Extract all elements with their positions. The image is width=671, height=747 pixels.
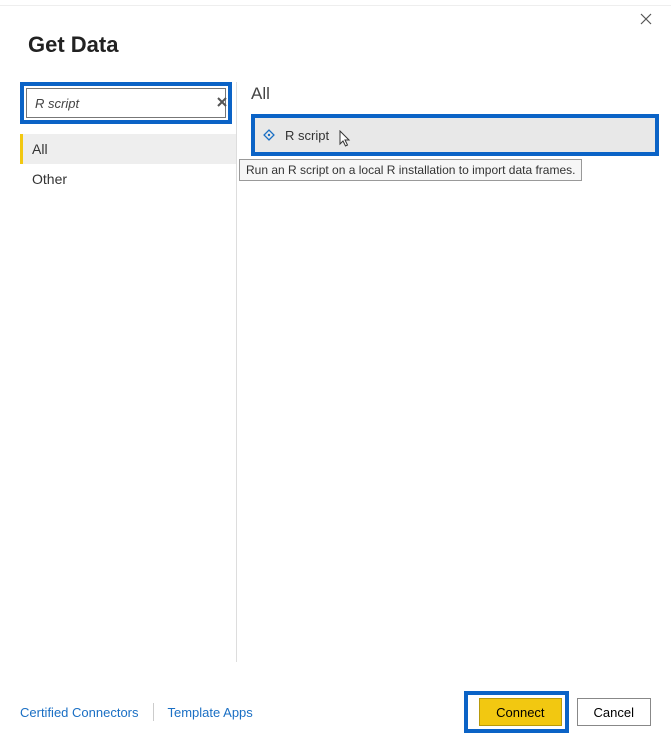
- certified-connectors-link[interactable]: Certified Connectors: [20, 705, 139, 720]
- connector-label: R script: [285, 128, 329, 143]
- connector-list-header: All: [251, 84, 659, 104]
- connect-highlight: Connect: [464, 691, 568, 733]
- connector-tooltip: Run an R script on a local R installatio…: [239, 159, 582, 181]
- diamond-icon: [261, 127, 277, 143]
- footer-divider: [153, 703, 154, 721]
- clear-search-icon[interactable]: [215, 95, 229, 111]
- mouse-cursor-icon: [339, 130, 353, 148]
- dialog-title: Get Data: [28, 32, 671, 58]
- connector-pane: All R script Python script Run an R scri…: [236, 82, 671, 662]
- search-input[interactable]: [33, 95, 215, 112]
- connector-highlight: R script: [251, 114, 659, 156]
- connector-r-script[interactable]: R script: [255, 118, 655, 152]
- category-all[interactable]: All: [20, 134, 236, 164]
- connect-button[interactable]: Connect: [479, 698, 561, 726]
- category-other[interactable]: Other: [20, 164, 236, 194]
- template-apps-link[interactable]: Template Apps: [168, 705, 253, 720]
- category-label: Other: [32, 171, 67, 187]
- search-box[interactable]: [26, 88, 226, 118]
- dialog-footer: Certified Connectors Template Apps Conne…: [0, 695, 671, 729]
- category-pane: All Other: [0, 82, 236, 662]
- category-label: All: [32, 141, 48, 157]
- search-highlight: [20, 82, 232, 124]
- cancel-button[interactable]: Cancel: [577, 698, 651, 726]
- close-button[interactable]: [639, 12, 655, 28]
